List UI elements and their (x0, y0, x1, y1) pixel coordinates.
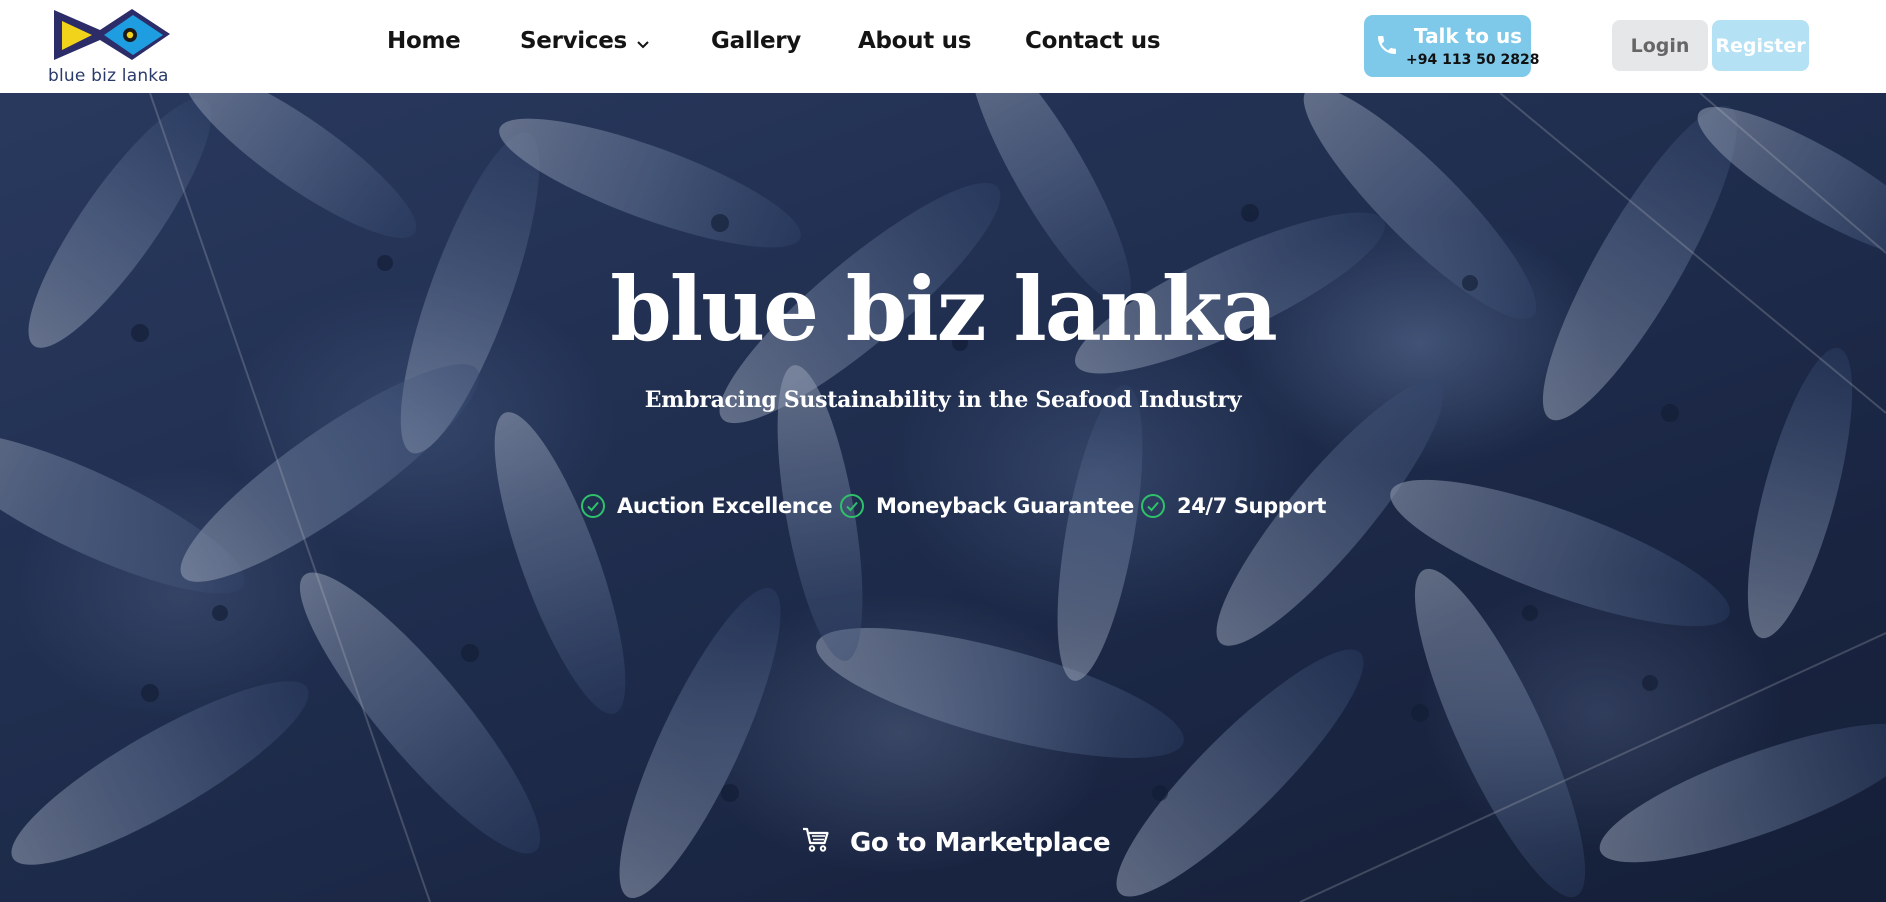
logo-text: blue biz lanka (48, 66, 169, 86)
nav-contact[interactable]: Contact us (1025, 28, 1161, 54)
feature-item: 24/7 Support (1140, 491, 1326, 521)
fish-logo-icon (54, 9, 170, 60)
hero-section: blue biz lanka Embracing Sustainability … (0, 93, 1886, 902)
cart-icon (802, 827, 830, 860)
nav-gallery[interactable]: Gallery (711, 28, 801, 54)
nav-about[interactable]: About us (858, 28, 971, 54)
check-circle-icon (840, 494, 864, 518)
feature-label: Moneyback Guarantee (876, 494, 1134, 518)
logo[interactable]: blue biz lanka (46, 6, 176, 86)
hero-title: blue biz lanka (610, 257, 1278, 361)
site-header: blue biz lanka Home Services Gallery Abo… (0, 0, 1886, 93)
check-circle-icon (581, 494, 605, 518)
feature-label: 24/7 Support (1177, 494, 1326, 518)
talk-title: Talk to us (1414, 24, 1523, 48)
hero-subtitle: Embracing Sustainability in the Seafood … (644, 387, 1242, 413)
nav-services[interactable]: Services (520, 28, 649, 55)
feature-item: Auction Excellence (580, 491, 833, 521)
login-button[interactable]: Login (1612, 20, 1708, 71)
talk-to-us-button[interactable]: Talk to us +94 113 50 2828 (1364, 15, 1540, 77)
phone-icon (1375, 33, 1399, 61)
nav-home[interactable]: Home (387, 28, 461, 54)
marketplace-button[interactable]: Go to Marketplace (802, 826, 1111, 860)
feature-item: Moneyback Guarantee (839, 491, 1134, 521)
feature-list: Auction Excellence Moneyback Guarantee 2… (0, 491, 1886, 521)
chevron-down-icon (637, 29, 649, 55)
check-circle-icon (1141, 494, 1165, 518)
talk-phone-number: +94 113 50 2828 (1406, 52, 1540, 68)
register-button[interactable]: Register (1712, 20, 1809, 71)
nav-services-label: Services (520, 28, 627, 54)
feature-label: Auction Excellence (617, 494, 833, 518)
marketplace-label: Go to Marketplace (850, 828, 1111, 858)
